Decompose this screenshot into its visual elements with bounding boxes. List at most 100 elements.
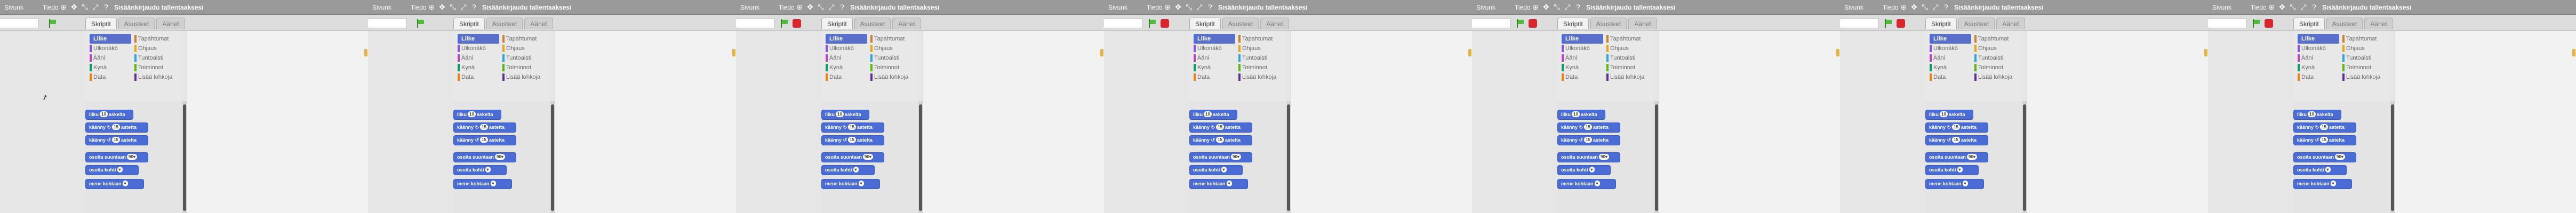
tiedosto-menu[interactable]: Tiedo [1515,4,1531,11]
block-input[interactable]: 15 [112,137,120,143]
tiedosto-menu[interactable]: Tiedo [2251,4,2267,11]
sprite-thumbnail[interactable] [1100,49,1103,56]
tab-1[interactable]: Asusteet [1222,18,1259,29]
category-5[interactable]: Tapahtumat [502,34,544,44]
block-input[interactable]: 15 [1584,137,1592,143]
category-7[interactable]: Tuntoaisti [870,53,912,63]
category-6[interactable]: Ohjaus [134,44,176,53]
expand-icon[interactable]: ⤢ [2300,2,2307,12]
category-4[interactable]: Data [90,72,131,82]
tab-2[interactable]: Äänet [524,18,553,29]
sprite-thumbnail[interactable] [364,49,367,56]
green-flag-icon[interactable] [1148,19,1156,28]
arrows-icon[interactable]: ✥ [1174,2,1182,12]
project-title-input[interactable] [1472,19,1510,28]
palette-block[interactable]: osoita kohti ▾ [2293,165,2347,175]
tiedosto-menu[interactable]: Tiedo [411,4,427,11]
palette-block[interactable]: käänny ↻ 15 astetta [1925,122,1988,133]
palette-scrollbar[interactable] [918,101,923,213]
palette-block[interactable]: käänny ↺ 15 astetta [85,135,148,145]
category-5[interactable]: Tapahtumat [1238,34,1280,44]
category-3[interactable]: Kynä [1194,63,1235,72]
palette-block[interactable]: käänny ↺ 15 astetta [2293,135,2356,145]
scripting-area[interactable] [2027,31,2208,213]
category-7[interactable]: Tuntoaisti [1606,53,1648,63]
project-title-input[interactable] [1104,19,1142,28]
tab-2[interactable]: Äänet [156,18,185,29]
palette-block[interactable]: mene kohtaan ▾ [1557,179,1616,189]
scripting-area[interactable] [1291,31,1472,213]
category-5[interactable]: Tapahtumat [1974,34,2016,44]
globe-icon[interactable]: ⊕ [1164,2,1171,12]
block-input[interactable]: 15 [848,124,856,130]
block-input[interactable]: ▾ [853,167,859,173]
palette-block[interactable]: mene kohtaan ▾ [2293,179,2352,189]
block-input[interactable]: ▾ [485,167,491,173]
sprite-thumbnail[interactable] [1468,49,1471,56]
category-2[interactable]: Ääni [1562,53,1603,63]
category-2[interactable]: Ääni [826,53,867,63]
block-input[interactable]: 15 [1952,137,1960,143]
palette-block[interactable]: liiku 10 askelta [1189,110,1237,120]
block-input[interactable]: 90▾ [495,154,505,160]
block-input[interactable]: 15 [1952,124,1960,130]
palette-block[interactable]: mene kohtaan ▾ [453,179,512,189]
tab-0[interactable]: Skriptit [2293,18,2325,29]
block-input[interactable]: ▾ [2330,181,2336,186]
tab-0[interactable]: Skriptit [1189,18,1221,29]
category-1[interactable]: Ulkonäkö [458,44,499,53]
green-flag-icon[interactable] [48,19,57,28]
arrows-icon[interactable]: ✥ [438,2,446,12]
palette-block[interactable]: käänny ↻ 15 astetta [453,122,516,133]
globe-icon[interactable]: ⊕ [796,2,803,12]
category-0[interactable]: Liike [1562,34,1603,44]
category-0[interactable]: Liike [1930,34,1971,44]
palette-block[interactable]: osoita kohti ▾ [821,165,875,175]
expand-icon[interactable]: ⤢ [460,2,467,12]
tab-0[interactable]: Skriptit [821,18,853,29]
project-title-input[interactable] [0,19,38,28]
category-5[interactable]: Tapahtumat [1606,34,1648,44]
category-8[interactable]: Toiminnot [1606,63,1648,72]
resize-icon[interactable]: ⤡ [1921,2,1929,12]
category-4[interactable]: Data [458,72,499,82]
palette-block[interactable]: osoita suuntaan 90▾ [1189,152,1252,162]
block-input[interactable]: 90▾ [2335,154,2345,160]
globe-icon[interactable]: ⊕ [428,2,435,12]
palette-block[interactable]: osoita kohti ▾ [1557,165,1611,175]
save-status[interactable]: Sisäänkirjaudu tallentaaksesi [2322,4,2411,11]
block-input[interactable]: 90▾ [1967,154,1977,160]
globe-icon[interactable]: ⊕ [1532,2,1539,12]
stop-icon[interactable] [1529,19,1537,28]
sprite-thumbnail[interactable] [2204,49,2207,56]
category-3[interactable]: Kynä [1562,63,1603,72]
category-5[interactable]: Tapahtumat [134,34,176,44]
category-0[interactable]: Liike [458,34,499,44]
category-0[interactable]: Liike [90,34,131,44]
category-0[interactable]: Liike [2298,34,2339,44]
scripting-area[interactable] [1659,31,1840,213]
palette-block[interactable]: käänny ↺ 15 astetta [1925,135,1988,145]
block-input[interactable]: 15 [112,124,120,130]
arrows-icon[interactable]: ✥ [1910,2,1918,12]
help-icon[interactable]: ? [838,2,846,12]
block-input[interactable]: 15 [480,137,488,143]
category-9[interactable]: Lisää lohkoja [1974,72,2016,82]
category-5[interactable]: Tapahtumat [2342,34,2384,44]
palette-block[interactable]: osoita kohti ▾ [453,165,507,175]
palette-block[interactable]: käänny ↺ 15 astetta [453,135,516,145]
category-7[interactable]: Tuntoaisti [1238,53,1280,63]
file-menu[interactable]: Sivunk [1476,4,1495,11]
file-menu[interactable]: Sivunk [740,4,759,11]
tab-1[interactable]: Asusteet [118,18,155,29]
category-7[interactable]: Tuntoaisti [134,53,176,63]
palette-block[interactable]: liiku 10 askelta [85,110,133,120]
expand-icon[interactable]: ⤢ [92,2,99,12]
stop-icon[interactable] [1897,19,1905,28]
palette-block[interactable]: osoita suuntaan 90▾ [1557,152,1620,162]
category-4[interactable]: Data [1562,72,1603,82]
category-3[interactable]: Kynä [1930,63,1971,72]
category-7[interactable]: Tuntoaisti [2342,53,2384,63]
category-3[interactable]: Kynä [90,63,131,72]
arrows-icon[interactable]: ✥ [70,2,78,12]
